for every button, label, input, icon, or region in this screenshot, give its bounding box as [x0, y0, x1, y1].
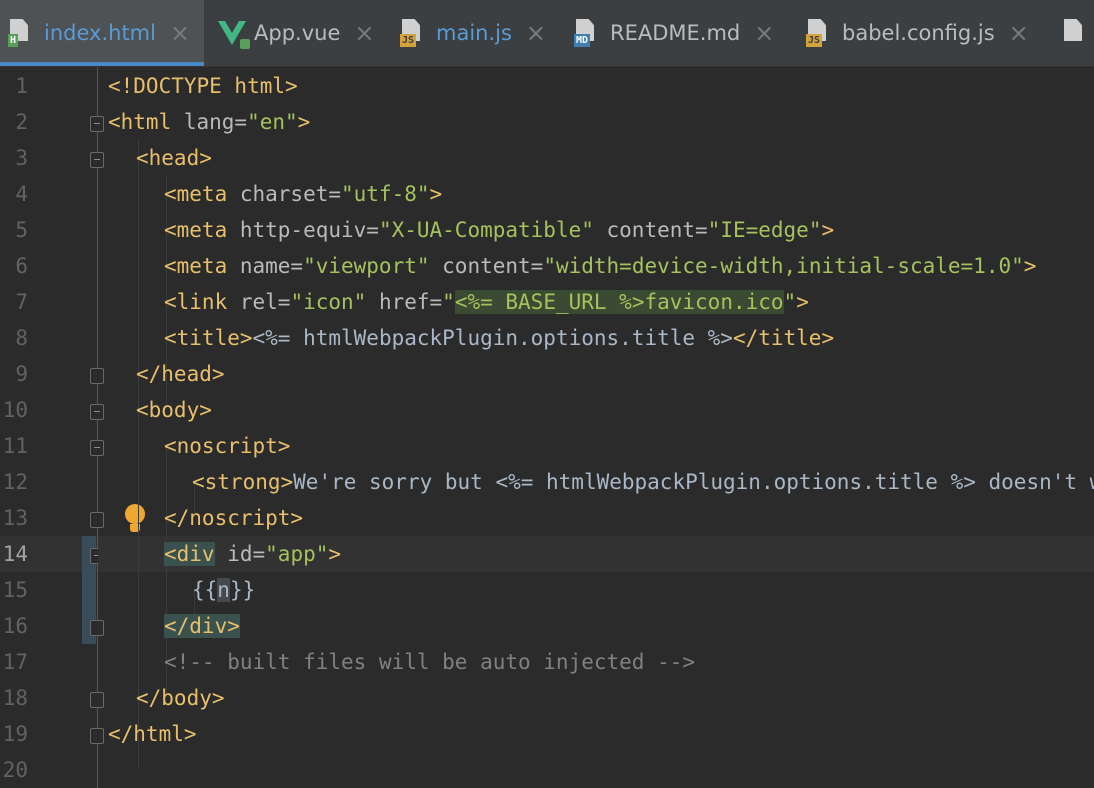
indent-guide	[138, 139, 139, 769]
code-line-5: <meta http-equiv="X-UA-Compatible" conte…	[164, 218, 835, 242]
line-number: 10	[2, 398, 28, 422]
tab-overflow[interactable]	[1062, 0, 1094, 66]
html-file-icon: H	[8, 19, 34, 47]
code-line-16: </div>	[164, 608, 240, 644]
tab-readme-md[interactable]: MD README.md ×	[572, 0, 792, 66]
text-caret: n	[217, 578, 230, 602]
line-number: 8	[15, 326, 28, 350]
matched-tag-highlight: <div	[164, 542, 215, 566]
code-line-15: {{n}}	[192, 578, 256, 602]
line-number: 12	[2, 470, 28, 494]
line-number: 1	[15, 74, 28, 98]
code-line-2: <html lang="en">	[108, 110, 311, 134]
close-icon[interactable]: ×	[526, 21, 546, 45]
line-number: 17	[2, 650, 28, 674]
tab-index-html[interactable]: H index.html ×	[0, 0, 204, 66]
js-file-icon: JS	[400, 19, 426, 47]
code-line-12: <strong>We're sorry but <%= htmlWebpackP…	[192, 470, 1094, 494]
line-number-current: 14	[2, 542, 28, 566]
markdown-file-icon: MD	[574, 19, 600, 47]
tab-label: README.md	[610, 21, 741, 45]
code-line-14: <div id="app">	[164, 542, 342, 566]
line-number: 7	[15, 290, 28, 314]
code-line-18: </body>	[136, 686, 225, 710]
close-icon[interactable]: ×	[754, 21, 774, 45]
tab-label: babel.config.js	[842, 21, 995, 45]
close-icon[interactable]: ×	[170, 21, 190, 45]
line-number: 11	[2, 434, 28, 458]
editor-tab-bar: H index.html × App.vue × JS main.js × MD…	[0, 0, 1094, 67]
line-number: 5	[15, 218, 28, 242]
line-number: 20	[2, 758, 28, 782]
close-icon[interactable]: ×	[354, 21, 374, 45]
line-number: 19	[2, 722, 28, 746]
code-line-17: <!-- built files will be auto injected -…	[164, 650, 696, 674]
line-number: 18	[2, 686, 28, 710]
tab-main-js[interactable]: JS main.js ×	[396, 0, 560, 66]
tab-label: main.js	[436, 21, 512, 45]
line-number: 3	[15, 146, 28, 170]
line-number: 16	[2, 614, 28, 638]
tab-babel-config-js[interactable]: JS babel.config.js ×	[804, 0, 1046, 66]
code-line-10: <body>	[136, 398, 212, 422]
code-line-9: </head>	[136, 362, 225, 386]
tab-label: App.vue	[254, 21, 341, 45]
line-number: 15	[2, 578, 28, 602]
code-line-11: <noscript>	[164, 434, 291, 458]
template-expression-highlight: <%= BASE_URL %>favicon.ico	[454, 290, 784, 314]
code-line-7: <link rel="icon" href="<%= BASE_URL %>fa…	[164, 290, 809, 314]
code-line-8: <title><%= htmlWebpackPlugin.options.tit…	[164, 326, 835, 350]
code-line-1: <!DOCTYPE html>	[108, 74, 298, 98]
code-editor[interactable]: <!DOCTYPE html> <html lang="en"> <head> …	[98, 67, 1094, 788]
code-line-6: <meta name="viewport" content="width=dev…	[164, 254, 1037, 278]
close-icon[interactable]: ×	[1009, 21, 1029, 45]
line-number: 4	[15, 182, 28, 206]
file-icon	[1062, 19, 1088, 47]
tab-label: index.html	[44, 21, 156, 45]
code-line-3: <head>	[136, 146, 212, 170]
tab-app-vue[interactable]: App.vue ×	[212, 0, 388, 66]
code-line-19: </html>	[108, 722, 197, 746]
code-line-4: <meta charset="utf-8">	[164, 182, 443, 206]
line-number: 9	[15, 362, 28, 386]
code-line-13: </noscript>	[164, 506, 304, 530]
matched-tag-highlight: </div>	[164, 614, 240, 638]
js-file-icon: JS	[806, 19, 832, 47]
vue-file-icon	[218, 19, 250, 49]
line-number: 6	[15, 254, 28, 278]
line-number: 13	[2, 506, 28, 530]
line-number: 2	[15, 110, 28, 134]
